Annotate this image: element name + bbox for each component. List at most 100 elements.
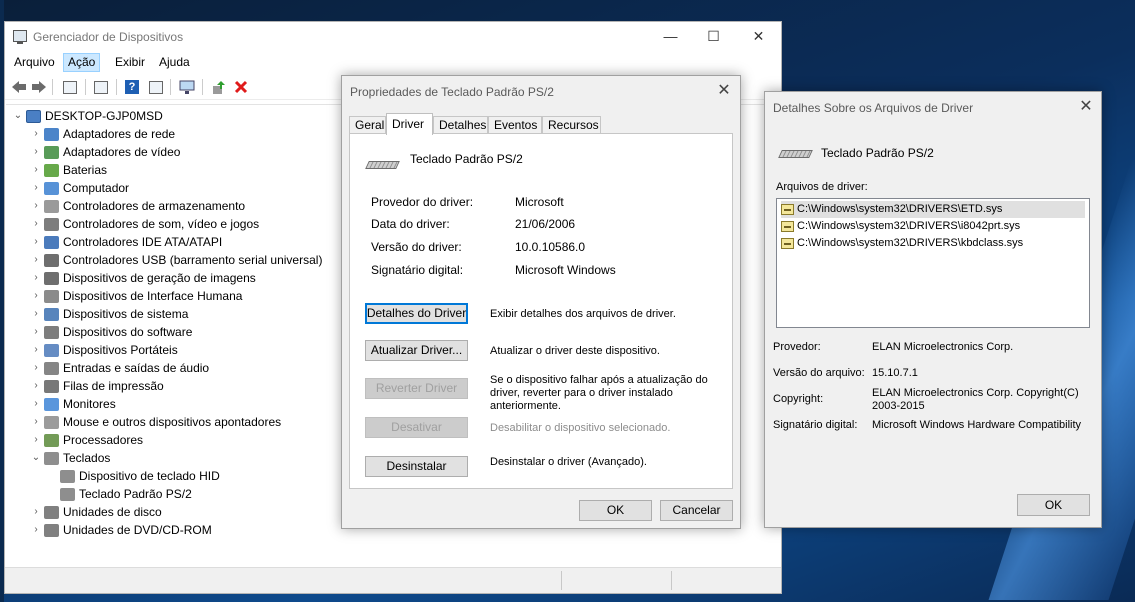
tab-detalhes[interactable]: Detalhes (433, 116, 488, 134)
expand-icon[interactable]: › (28, 251, 44, 269)
collapse-icon[interactable]: ⌄ (10, 107, 26, 125)
tree-item-category[interactable]: › Adaptadores de vídeo (28, 143, 180, 161)
minimize-button[interactable]: — (648, 22, 693, 51)
collapse-icon[interactable]: ⌄ (28, 449, 44, 467)
expand-icon[interactable]: › (28, 233, 44, 251)
tree-item-category[interactable]: › Monitores (28, 395, 115, 413)
expand-icon[interactable]: › (28, 197, 44, 215)
expand-icon[interactable]: › (28, 143, 44, 161)
tree-item-category[interactable]: › Computador (28, 179, 129, 197)
expand-icon[interactable]: › (28, 431, 44, 449)
expand-icon[interactable]: › (28, 323, 44, 341)
tree-item-category[interactable]: › Controladores IDE ATA/ATAPI (28, 233, 222, 251)
properties-icon[interactable] (61, 78, 79, 96)
ok-button[interactable]: OK (579, 500, 652, 521)
menu-acao[interactable]: Ação (63, 53, 101, 72)
tree-label: Controladores IDE ATA/ATAPI (63, 235, 223, 249)
expand-icon[interactable]: › (28, 215, 44, 233)
list-item[interactable]: C:\Windows\system32\DRIVERS\ETD.sys (781, 201, 1085, 218)
tree-item-category[interactable]: › Controladores USB (barramento serial un… (28, 251, 322, 269)
tab-recursos[interactable]: Recursos (542, 116, 601, 134)
expand-icon[interactable]: › (28, 503, 44, 521)
maximize-button[interactable]: ☐ (691, 22, 736, 51)
tab-eventos[interactable]: Eventos (488, 116, 542, 134)
expand-icon[interactable]: › (28, 125, 44, 143)
expand-icon[interactable]: › (28, 305, 44, 323)
tree-item-category[interactable]: › Adaptadores de rede (28, 125, 175, 143)
tree-item-category[interactable]: › Dispositivos de Interface Humana (28, 287, 242, 305)
tree-root[interactable]: ⌄ DESKTOP-GJP0MSD (10, 107, 163, 125)
expand-icon[interactable]: › (28, 359, 44, 377)
tree-item-category[interactable]: › Unidades de disco (28, 503, 161, 521)
uninstall-icon[interactable] (232, 78, 250, 96)
tree-label: DESKTOP-GJP0MSD (45, 109, 163, 123)
expand-icon[interactable]: › (28, 521, 44, 539)
tree-item-category[interactable]: › Unidades de DVD/CD-ROM (28, 521, 212, 539)
device-category-icon (44, 379, 59, 393)
expand-icon[interactable]: › (28, 269, 44, 287)
rollback-driver-button[interactable]: Reverter Driver (365, 378, 468, 399)
title-bar[interactable]: Gerenciador de Dispositivos — ☐ ✕ (5, 22, 781, 51)
cancel-button[interactable]: Cancelar (660, 500, 733, 521)
expand-icon[interactable]: › (28, 161, 44, 179)
tree-item-category[interactable]: › Dispositivos Portáteis (28, 341, 177, 359)
tree-item-category[interactable]: › Filas de impressão (28, 377, 163, 395)
driver-files-list[interactable]: C:\Windows\system32\DRIVERS\ETD.sys C:\W… (776, 198, 1090, 328)
tree-item-category[interactable]: › Mouse e outros dispositivos apontadores (28, 413, 281, 431)
expand-icon[interactable]: › (28, 413, 44, 431)
tree-label: Unidades de DVD/CD-ROM (63, 523, 212, 537)
expand-icon[interactable]: › (28, 341, 44, 359)
field-value: 21/06/2006 (515, 217, 576, 231)
help-icon[interactable]: ? (123, 78, 141, 96)
tree-item-category[interactable]: › Dispositivos de geração de imagens (28, 269, 255, 287)
tree-label: Teclado Padrão PS/2 (79, 487, 192, 501)
expand-icon[interactable]: › (28, 287, 44, 305)
close-icon[interactable]: ✕ (714, 82, 734, 102)
forward-icon[interactable] (30, 78, 48, 96)
menu-exibir[interactable]: Exibir (111, 53, 149, 72)
update-driver-icon[interactable] (210, 78, 228, 96)
tree-item-category[interactable]: › Controladores de armazenamento (28, 197, 245, 215)
list-item[interactable]: C:\Windows\system32\DRIVERS\i8042prt.sys (781, 218, 1085, 235)
tab-geral[interactable]: Geral (349, 116, 386, 134)
menu-ajuda[interactable]: Ajuda (155, 53, 194, 72)
tree-item-device[interactable]: Dispositivo de teclado HID (60, 467, 220, 485)
tab-driver[interactable]: Driver (386, 113, 433, 135)
driver-file-icon (781, 221, 794, 232)
menu-arquivo[interactable]: Arquivo (10, 53, 59, 72)
device-name: Teclado Padrão PS/2 (821, 146, 934, 160)
ok-button[interactable]: OK (1017, 494, 1090, 516)
update-driver-button[interactable]: Atualizar Driver... (365, 340, 468, 361)
expand-icon[interactable]: › (28, 179, 44, 197)
tree-item-category[interactable]: › Dispositivos de sistema (28, 305, 188, 323)
tree-item-category[interactable]: › Baterias (28, 161, 107, 179)
driver-details-button[interactable]: Detalhes do Driver (365, 303, 468, 324)
tree-label: Controladores de som, vídeo e jogos (63, 217, 260, 231)
expand-icon[interactable]: › (28, 377, 44, 395)
tree-item-category[interactable]: › Dispositivos do software (28, 323, 192, 341)
tree-label: Baterias (63, 163, 108, 177)
tree-item-category[interactable]: › Processadores (28, 431, 143, 449)
tree-item-category[interactable]: ⌄ Teclados (28, 449, 111, 467)
close-button[interactable]: ✕ (736, 22, 781, 51)
view-icon[interactable] (92, 78, 110, 96)
driver-file-details-dialog: Detalhes Sobre os Arquivos de Driver ✕ T… (764, 91, 1102, 528)
tree-item-device[interactable]: Teclado Padrão PS/2 (60, 485, 192, 503)
file-path: C:\Windows\system32\DRIVERS\i8042prt.sys (797, 220, 1021, 232)
tree-label: Processadores (63, 433, 144, 447)
driver-file-icon (781, 204, 794, 215)
device-category-icon (44, 361, 59, 375)
tree-label: Mouse e outros dispositivos apontadores (63, 415, 282, 429)
list-item[interactable]: C:\Windows\system32\DRIVERS\kbdclass.sys (781, 235, 1085, 252)
dialog-title: Propriedades de Teclado Padrão PS/2 (350, 85, 554, 99)
back-icon[interactable] (10, 78, 28, 96)
monitor-icon[interactable] (178, 78, 196, 96)
sheet-icon[interactable] (147, 78, 165, 96)
tree-item-category[interactable]: › Entradas e saídas de áudio (28, 359, 209, 377)
close-icon[interactable]: ✕ (1076, 98, 1096, 118)
tree-item-category[interactable]: › Controladores de som, vídeo e jogos (28, 215, 259, 233)
disable-device-button[interactable]: Desativar (365, 417, 468, 438)
uninstall-button[interactable]: Desinstalar (365, 456, 468, 477)
expand-icon[interactable]: › (28, 395, 44, 413)
tree-label: Dispositivo de teclado HID (79, 469, 220, 483)
